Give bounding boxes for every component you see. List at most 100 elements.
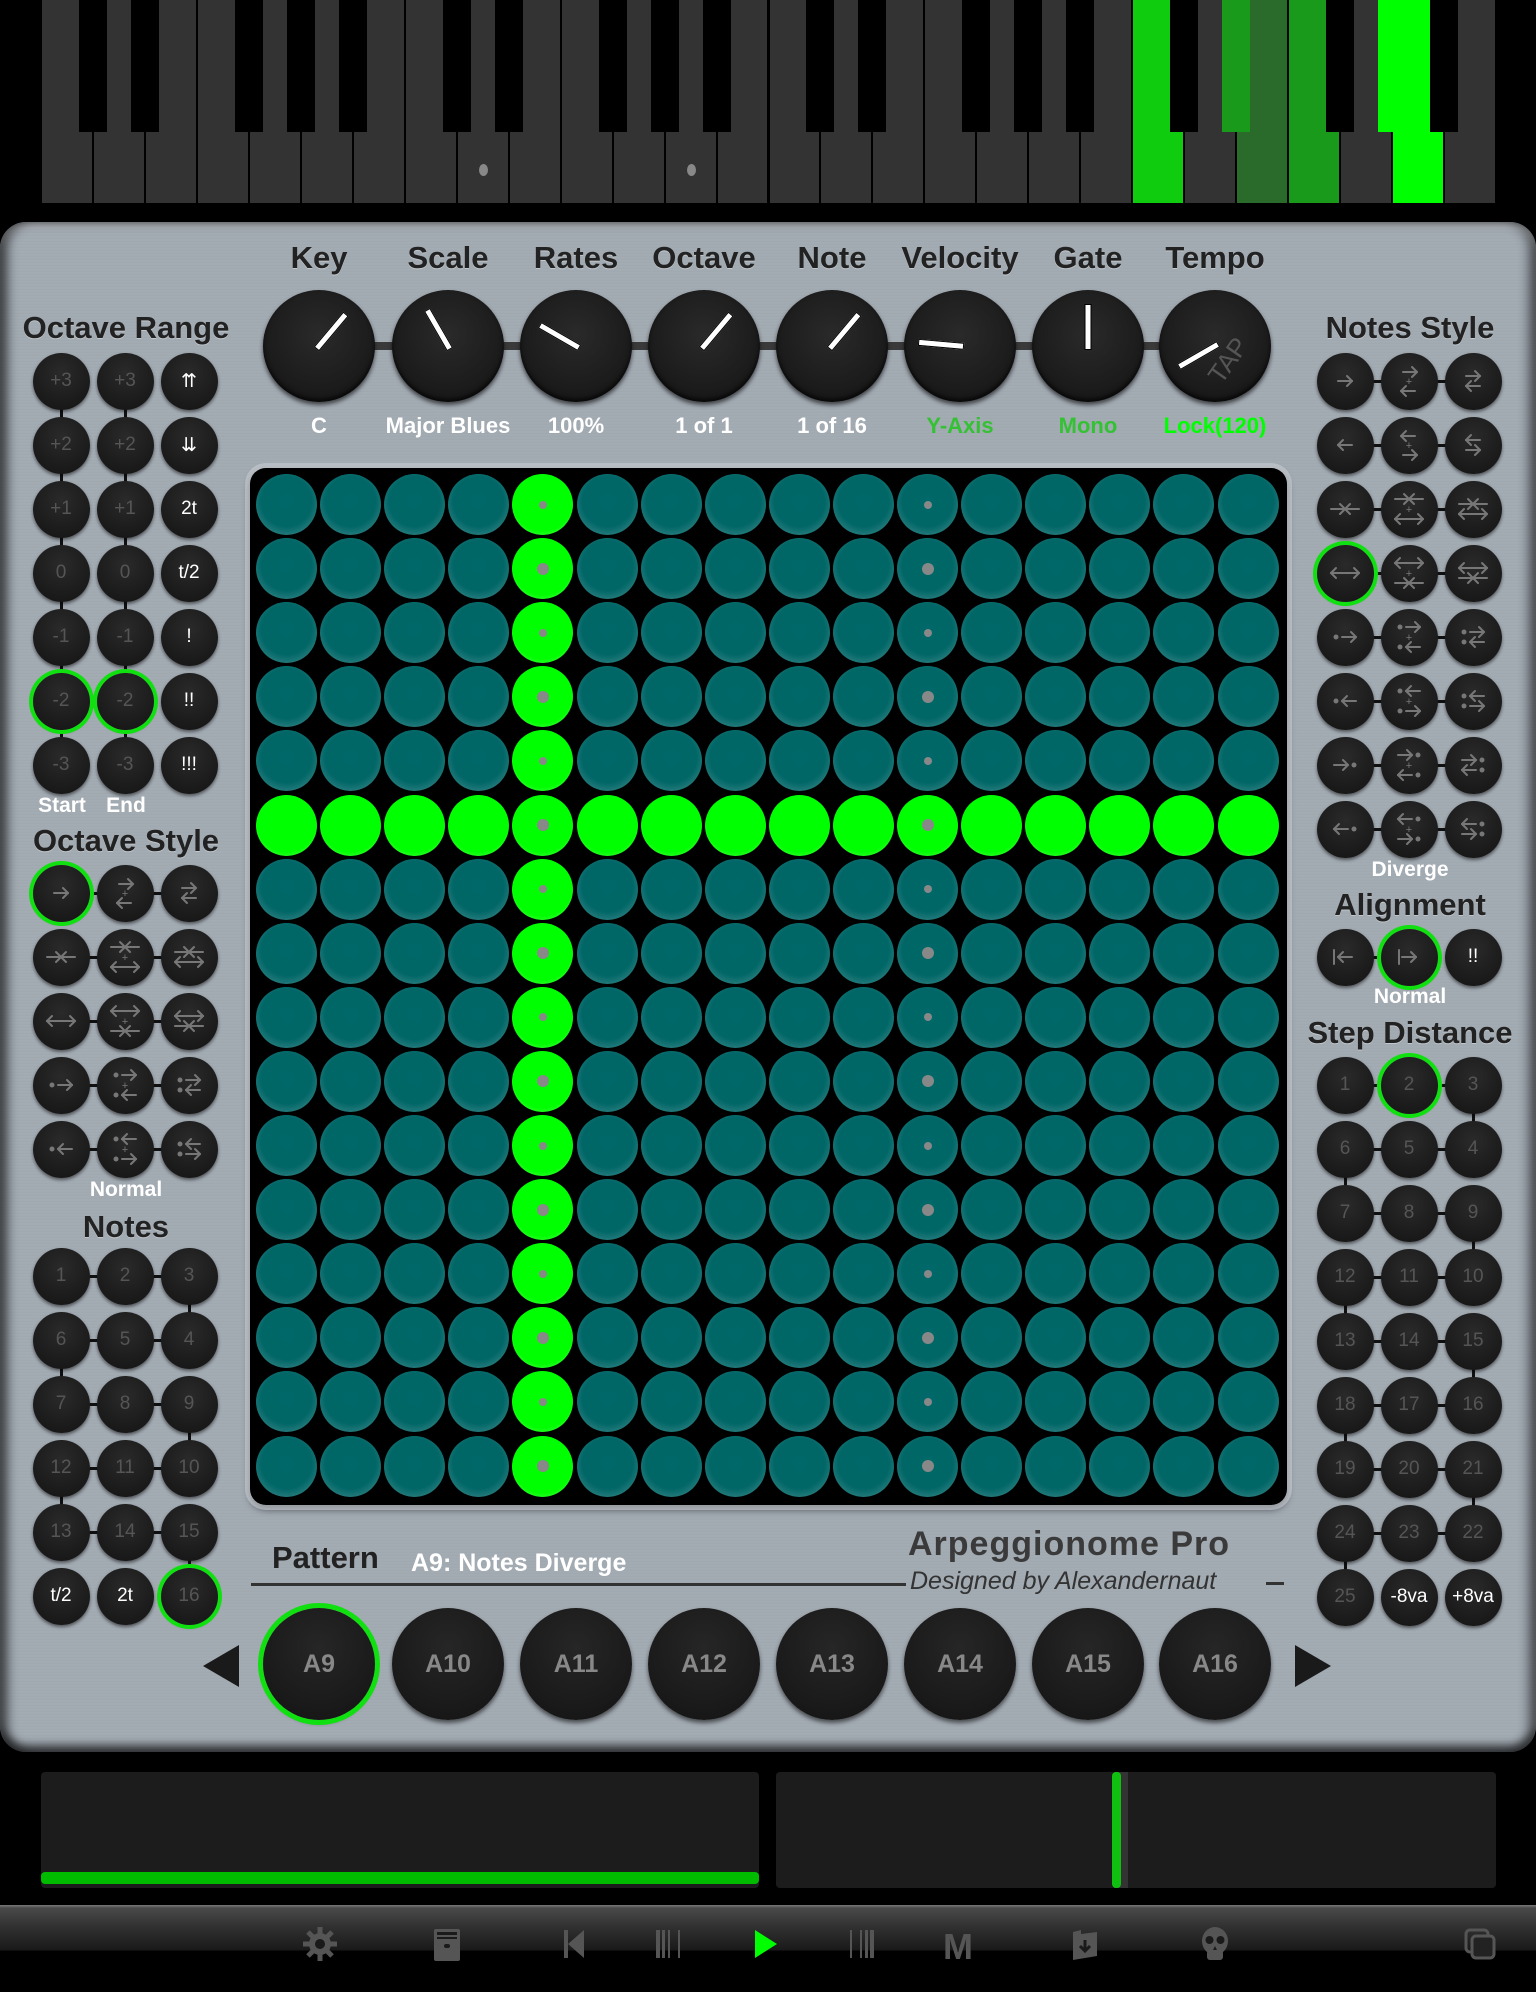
grid-pad[interactable]: [576, 858, 638, 920]
grid-pad[interactable]: [961, 1435, 1023, 1497]
grid-pad[interactable]: [897, 1371, 958, 1433]
step-distance-button-+8va[interactable]: +8va: [1444, 1568, 1502, 1626]
grid-pad[interactable]: [640, 922, 702, 984]
grid-pad[interactable]: [1089, 1115, 1151, 1176]
notes-style-button[interactable]: [1316, 800, 1374, 858]
toolbar-archive-button[interactable]: [422, 1919, 472, 1969]
grid-pad[interactable]: [961, 1115, 1023, 1176]
step-distance-button-25[interactable]: 25: [1316, 1568, 1374, 1626]
grid-pad[interactable]: [897, 986, 958, 1048]
notes-style-button[interactable]: [1316, 352, 1374, 410]
octave-start-0[interactable]: 0: [32, 544, 90, 602]
grid-pad[interactable]: [768, 666, 830, 728]
pattern-button-A14[interactable]: A14: [904, 1608, 1016, 1720]
grid-pad[interactable]: [1089, 1243, 1151, 1305]
grid-pad[interactable]: [512, 922, 574, 984]
grid-pad[interactable]: [1217, 1435, 1279, 1497]
grid-pad[interactable]: [320, 986, 382, 1048]
grid-pad[interactable]: [1153, 1050, 1215, 1112]
grid-pad[interactable]: [448, 794, 510, 856]
grid-pad[interactable]: [640, 858, 702, 920]
grid-pad[interactable]: [897, 666, 958, 728]
grid-pad[interactable]: [1089, 1435, 1151, 1497]
octave-style-button[interactable]: [160, 1056, 218, 1114]
grid-pad[interactable]: [832, 730, 894, 792]
knob-velocity[interactable]: [904, 290, 1016, 402]
step-distance-button-2[interactable]: 2: [1380, 1056, 1438, 1114]
grid-pad[interactable]: [256, 602, 317, 664]
toolbar-import-button[interactable]: [1060, 1919, 1110, 1969]
grid-pad[interactable]: [576, 1435, 638, 1497]
pattern-button-A16[interactable]: A16: [1159, 1608, 1271, 1720]
grid-pad[interactable]: [768, 1307, 830, 1369]
pad-grid[interactable]: [250, 468, 1287, 1505]
notes-style-button[interactable]: [1316, 480, 1374, 538]
grid-pad[interactable]: [640, 1307, 702, 1369]
grid-pad[interactable]: [1089, 666, 1151, 728]
pattern-button-A9[interactable]: A9: [263, 1608, 375, 1720]
grid-pad[interactable]: [1217, 858, 1279, 920]
piano-black-key[interactable]: [1378, 0, 1407, 132]
grid-pad[interactable]: [384, 1243, 446, 1305]
grid-pad[interactable]: [832, 922, 894, 984]
grid-pad[interactable]: [897, 730, 958, 792]
grid-pad[interactable]: [256, 474, 317, 535]
notes-button-t/2[interactable]: t/2: [32, 1567, 90, 1625]
step-distance-button-15[interactable]: 15: [1444, 1312, 1502, 1370]
octave-style-button[interactable]: [32, 864, 90, 922]
grid-pad[interactable]: [1153, 1243, 1215, 1305]
grid-pad[interactable]: [832, 1243, 894, 1305]
octave-start-+2[interactable]: +2: [32, 416, 90, 474]
grid-pad[interactable]: [961, 538, 1023, 600]
grid-pad[interactable]: [1025, 1050, 1087, 1112]
grid-pad[interactable]: [1217, 602, 1279, 664]
grid-pad[interactable]: [320, 538, 382, 600]
grid-pad[interactable]: [897, 1115, 958, 1176]
grid-pad[interactable]: [897, 538, 958, 600]
grid-pad[interactable]: [832, 1179, 894, 1241]
grid-pad[interactable]: [512, 1179, 574, 1241]
grid-pad[interactable]: [320, 922, 382, 984]
step-distance-button-21[interactable]: 21: [1444, 1440, 1502, 1498]
notes-button-16[interactable]: 16: [160, 1567, 218, 1625]
notes-style-button[interactable]: [1444, 608, 1502, 666]
grid-pad[interactable]: [1025, 1307, 1087, 1369]
octave-option-button[interactable]: !!!: [160, 736, 218, 794]
knob-scale[interactable]: [392, 290, 504, 402]
grid-pad[interactable]: [832, 602, 894, 664]
grid-pad[interactable]: [1217, 1050, 1279, 1112]
grid-pad[interactable]: [961, 1179, 1023, 1241]
notes-button-4[interactable]: 4: [160, 1311, 218, 1369]
toolbar-bar-right-button[interactable]: [837, 1919, 887, 1969]
grid-pad[interactable]: [897, 1050, 958, 1112]
grid-pad[interactable]: [961, 474, 1023, 535]
next-pattern-button[interactable]: [1295, 1645, 1331, 1687]
grid-pad[interactable]: [320, 1435, 382, 1497]
piano-black-key[interactable]: [1222, 0, 1251, 132]
grid-pad[interactable]: [512, 1371, 574, 1433]
notes-style-button[interactable]: [1316, 544, 1374, 602]
step-distance-button-19[interactable]: 19: [1316, 1440, 1374, 1498]
grid-pad[interactable]: [1153, 1307, 1215, 1369]
octave-style-button[interactable]: [160, 992, 218, 1050]
notes-style-button[interactable]: [1316, 736, 1374, 794]
step-distance-button-9[interactable]: 9: [1444, 1184, 1502, 1242]
grid-pad[interactable]: [1153, 666, 1215, 728]
toolbar-play-button[interactable]: [740, 1919, 790, 1969]
grid-pad[interactable]: [384, 794, 446, 856]
grid-pad[interactable]: [1025, 1243, 1087, 1305]
piano-black-key[interactable]: [702, 0, 731, 132]
pattern-button-A10[interactable]: A10: [392, 1608, 504, 1720]
piano-black-key[interactable]: [598, 0, 627, 132]
octave-style-button[interactable]: [160, 928, 218, 986]
grid-pad[interactable]: [256, 538, 317, 600]
step-distance-button--8va[interactable]: -8va: [1380, 1568, 1438, 1626]
octave-style-button[interactable]: +: [96, 864, 154, 922]
grid-pad[interactable]: [448, 1307, 510, 1369]
grid-pad[interactable]: [384, 1307, 446, 1369]
alignment-button[interactable]: !!: [1444, 928, 1502, 986]
notes-style-button[interactable]: +: [1380, 352, 1438, 410]
grid-pad[interactable]: [576, 474, 638, 535]
notes-style-button[interactable]: [1316, 608, 1374, 666]
grid-pad[interactable]: [576, 1179, 638, 1241]
